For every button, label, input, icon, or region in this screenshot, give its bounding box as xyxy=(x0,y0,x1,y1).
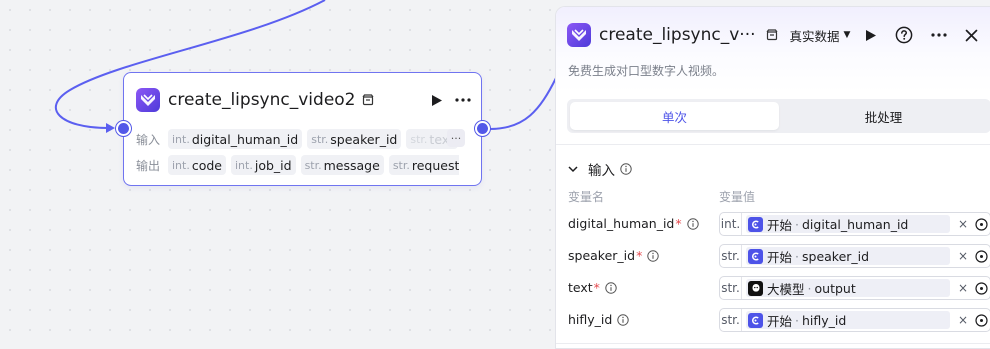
param-row: speaker_id * str. 开始 · speaker_id × xyxy=(568,244,990,268)
variable-picker-button[interactable] xyxy=(975,249,988,263)
node-test-panel: create_lipsync_v··· 真实数据 ▼ 免费生成对口型数字人视频。… xyxy=(555,6,990,349)
help-button[interactable] xyxy=(895,26,913,44)
plugin-logo-icon xyxy=(567,23,591,47)
param-value-field[interactable]: str. 开始 · speaker_id × xyxy=(719,244,990,268)
node-actions xyxy=(431,94,471,107)
panel-header: create_lipsync_v··· 真实数据 ▼ xyxy=(567,22,990,48)
play-icon xyxy=(432,94,442,106)
output-chip: int. job_id xyxy=(231,155,296,175)
node-outputs-row: 输出 int. code int. job_id str. message str. r… xyxy=(136,155,459,175)
info-icon xyxy=(647,249,660,262)
input-section-header[interactable]: 输入 xyxy=(568,159,632,179)
input-chip: int. digital_human_id xyxy=(168,129,303,149)
incoming-edge-arrow xyxy=(106,123,115,133)
panel-actions xyxy=(865,22,978,48)
param-name: speaker_id * xyxy=(568,248,660,263)
param-row: digital_human_id * int. 开始 · digital_human_… xyxy=(568,212,990,236)
store-icon xyxy=(766,28,780,42)
inputs-label: 输入 xyxy=(136,132,161,147)
info-icon xyxy=(605,281,617,294)
target-icon xyxy=(975,281,988,295)
more-inputs-button[interactable]: ··· xyxy=(447,129,465,147)
outputs-label: 输出 xyxy=(136,158,161,173)
panel-header-area: create_lipsync_v··· 真实数据 ▼ 免费生成对口型数字人视频。 xyxy=(556,7,990,92)
clear-value-button[interactable]: × xyxy=(958,249,968,263)
node-inputs-row: 输入 int. digital_human_id str. speaker_id s… xyxy=(136,129,459,149)
output-chip: int. code xyxy=(168,155,226,175)
tab-single[interactable]: 单次 xyxy=(570,102,779,130)
param-value-field[interactable]: str. 大模型 · output × xyxy=(719,276,990,300)
close-icon xyxy=(965,29,978,41)
variable-reference[interactable]: 大模型 · output xyxy=(746,279,950,297)
variable-reference[interactable]: 开始 · hifly_id xyxy=(746,311,950,329)
output-chip: str. message xyxy=(300,155,384,175)
variable-picker-button[interactable] xyxy=(975,281,988,295)
plugin-logo-icon xyxy=(136,88,160,112)
chevron-down-icon xyxy=(568,165,578,173)
help-icon xyxy=(895,26,913,44)
node-more-button[interactable] xyxy=(455,98,471,102)
panel-title: create_lipsync_v··· xyxy=(599,25,756,45)
target-icon xyxy=(975,249,988,263)
info-icon xyxy=(686,217,699,230)
param-type: str. xyxy=(720,277,742,299)
clear-value-button[interactable]: × xyxy=(958,313,968,327)
required-marker: * xyxy=(675,216,682,231)
clear-value-button[interactable]: × xyxy=(958,281,968,295)
input-chip: str. speaker_id xyxy=(307,129,402,149)
run-mode-tabs: 单次 批处理 xyxy=(567,99,990,133)
run-node-button[interactable] xyxy=(431,94,443,107)
required-marker: * xyxy=(593,280,600,295)
close-panel-button[interactable] xyxy=(965,29,978,42)
panel-description: 免费生成对口型数字人视频。 xyxy=(568,64,725,78)
param-type: int. xyxy=(720,213,742,235)
node-header: create_lipsync_video2 xyxy=(136,87,471,113)
target-icon xyxy=(975,313,988,327)
input-section-title: 输入 xyxy=(588,163,615,179)
start-node-icon xyxy=(748,216,763,232)
variable-reference[interactable]: 开始 · speaker_id xyxy=(746,247,950,265)
required-marker: * xyxy=(636,248,643,263)
node-title: create_lipsync_video2 xyxy=(168,90,356,110)
panel-more-button[interactable] xyxy=(931,33,947,37)
output-chip: str.request_id xyxy=(388,155,459,175)
panel-bottom-divider xyxy=(556,343,990,344)
llm-node-icon xyxy=(748,280,763,296)
play-icon xyxy=(866,29,876,41)
store-icon xyxy=(362,93,376,107)
node-input-handle[interactable] xyxy=(116,121,131,136)
data-source-dropdown[interactable]: 真实数据 ▼ xyxy=(790,26,851,45)
variable-picker-button[interactable] xyxy=(975,217,988,231)
more-icon xyxy=(455,98,471,102)
start-node-icon xyxy=(748,248,763,264)
col-var-value: 变量值 xyxy=(719,190,756,204)
node-output-handle[interactable] xyxy=(475,121,490,136)
param-name: text * xyxy=(568,280,617,295)
variable-reference[interactable]: 开始 · digital_human_id xyxy=(746,215,950,233)
plugin-node[interactable]: create_lipsync_video2 输入 int. digital_hum… xyxy=(123,72,482,186)
param-name: digital_human_id * xyxy=(568,216,699,231)
param-value-field[interactable]: str. 开始 · hifly_id × xyxy=(719,308,990,332)
more-icon xyxy=(931,33,947,37)
info-icon xyxy=(620,163,632,175)
start-node-icon xyxy=(748,312,763,328)
tab-batch[interactable]: 批处理 xyxy=(779,102,988,130)
param-value-field[interactable]: int. 开始 · digital_human_id × xyxy=(719,212,990,236)
param-row: text * str. 大模型 · output × xyxy=(568,276,990,300)
caret-down-icon: ▼ xyxy=(843,30,851,40)
col-var-name: 变量名 xyxy=(568,190,605,204)
param-type: str. xyxy=(720,245,742,267)
param-row: hifly_id str. 开始 · hifly_id × xyxy=(568,308,990,332)
param-type: str. xyxy=(720,309,742,331)
target-icon xyxy=(975,217,988,231)
section-divider xyxy=(556,144,990,145)
variable-picker-button[interactable] xyxy=(975,313,988,327)
outgoing-edge xyxy=(489,77,557,130)
data-source-label: 真实数据 xyxy=(789,28,840,44)
clear-value-button[interactable]: × xyxy=(958,217,968,231)
param-name: hifly_id xyxy=(568,312,630,327)
run-test-button[interactable] xyxy=(865,29,877,42)
info-icon xyxy=(617,313,630,326)
